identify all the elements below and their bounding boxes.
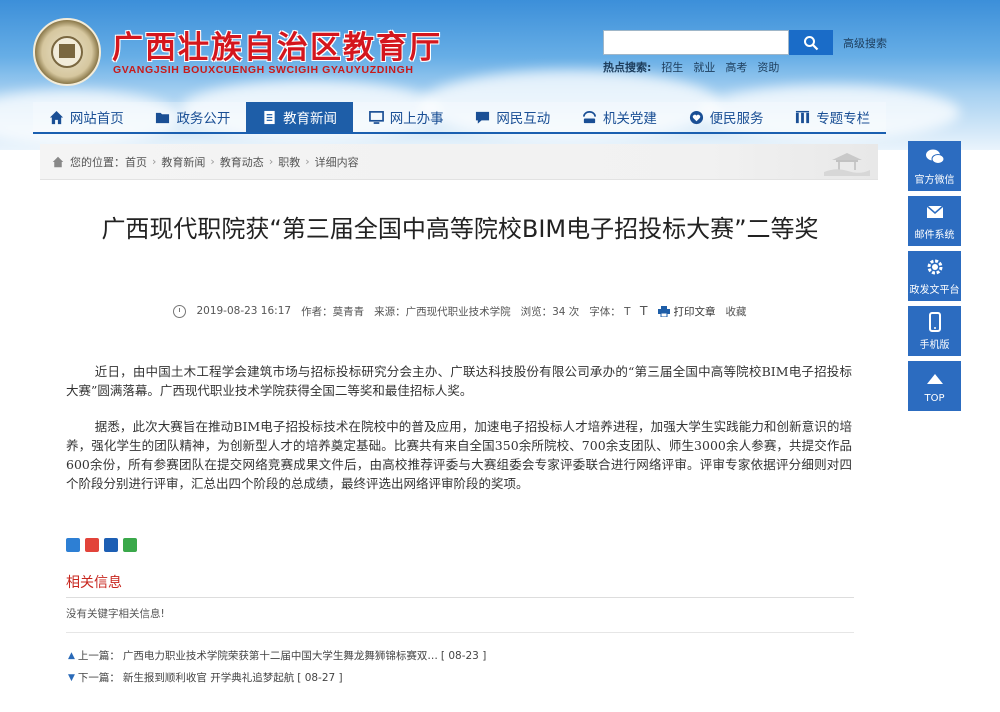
article-views: 浏览：34 次 xyxy=(520,305,580,318)
article-body: 近日，由中国土木工程学会建筑市场与招标投标研究分会主办、广联达科技股份有限公司承… xyxy=(66,362,852,510)
nav-item-label: 机关党建 xyxy=(602,111,657,127)
logo-building xyxy=(59,44,75,58)
prev-article: ▲ 上一篇： 广西电力职业技术学院荣获第十二届中国大学生舞龙舞狮锦标赛双… [ … xyxy=(68,648,486,663)
related-info-empty: 没有关键字相关信息! xyxy=(66,608,165,620)
wechat-icon xyxy=(925,149,944,164)
wechat-button[interactable]: 官方微信 xyxy=(908,141,961,191)
nav-item-label: 便民服务 xyxy=(709,111,764,127)
renren-share-icon[interactable] xyxy=(104,538,118,552)
search-input[interactable] xyxy=(603,30,789,55)
nav-item-home[interactable]: 网站首页 xyxy=(33,102,140,132)
nav-item-topics[interactable]: 专题专栏 xyxy=(779,102,886,132)
next-article-link[interactable]: 新生报到顺利收官 开学典礼追梦起航 xyxy=(123,670,294,685)
nav-item-party[interactable]: 机关党建 xyxy=(566,102,673,132)
search-icon xyxy=(804,35,819,50)
prev-article-link[interactable]: 广西电力职业技术学院荣获第十二届中国大学生舞龙舞狮锦标赛双… xyxy=(123,648,438,663)
nav-item-interaction[interactable]: 网民互动 xyxy=(460,102,567,132)
print-label: 打印文章 xyxy=(673,305,716,318)
nav-item-label: 专题专栏 xyxy=(816,111,871,127)
advanced-search-link[interactable]: 高级搜索 xyxy=(843,35,887,51)
hot-search: 热点搜索: 招生 就业 高考 资助 xyxy=(603,59,779,75)
font-size-small-button[interactable]: T xyxy=(624,306,630,318)
site-subtitle: GVANGJSIH BOUXCUENGH SWCIGIH GYAUYUZDING… xyxy=(113,64,414,76)
nav-item-label: 网站首页 xyxy=(69,111,124,127)
gear-icon xyxy=(927,259,942,274)
related-info-title: 相关信息 xyxy=(66,572,854,598)
breadcrumb: 您的位置： 首页 › 教育新闻 › 教育动态 › 职教 › 详细内容 xyxy=(40,144,878,180)
mobile-icon xyxy=(928,311,941,332)
breadcrumb-label: 您的位置： xyxy=(70,155,125,169)
favorite-button[interactable]: 收藏 xyxy=(726,304,747,319)
heart-icon xyxy=(689,110,703,124)
folder-icon xyxy=(156,112,170,123)
nav-item-government[interactable]: 政务公开 xyxy=(140,102,247,132)
floating-sidebar: 官方微信 邮件系统 政发文平台 手机版 TOP xyxy=(908,141,961,416)
mail-system-button[interactable]: 邮件系统 xyxy=(908,196,961,246)
article-date: 2019-08-23 16:17 xyxy=(196,305,292,317)
search-button[interactable] xyxy=(789,30,833,55)
mobile-version-button[interactable]: 手机版 xyxy=(908,306,961,356)
article-title: 广西现代职院获“第三届全国中高等院校BIM电子招投标大赛”二等奖 xyxy=(101,215,819,243)
home-icon xyxy=(52,156,64,167)
breadcrumb-item[interactable]: 教育动态 xyxy=(220,154,264,170)
article-author: 作者：莫青青 xyxy=(301,305,365,318)
nav-item-online-service[interactable]: 网上办事 xyxy=(353,102,460,132)
nav-item-label: 网民互动 xyxy=(496,111,551,127)
hot-search-link[interactable]: 高考 xyxy=(725,59,747,75)
breadcrumb-item[interactable]: 首页 xyxy=(125,154,147,170)
divider xyxy=(66,632,854,633)
clock-icon xyxy=(173,304,187,318)
float-label: 政发文平台 xyxy=(909,284,960,296)
next-label: 下一篇： xyxy=(77,672,120,684)
chat-icon xyxy=(476,111,490,124)
document-icon xyxy=(264,110,275,124)
pavilion-decoration xyxy=(824,153,870,176)
qzone-share-icon[interactable] xyxy=(66,538,80,552)
prev-date: [ 08-23 ] xyxy=(440,649,487,662)
document-platform-button[interactable]: 政发文平台 xyxy=(908,251,961,301)
hot-search-link[interactable]: 资助 xyxy=(757,59,779,75)
nav-item-label: 教育新闻 xyxy=(283,111,338,127)
breadcrumb-item-current: 详细内容 xyxy=(314,155,359,169)
hot-search-link[interactable]: 招生 xyxy=(661,59,683,75)
float-label: 官方微信 xyxy=(914,174,955,186)
nav-item-news[interactable]: 教育新闻 xyxy=(246,102,353,132)
article-source: 来源：广西现代职业技术学院 xyxy=(374,305,511,318)
triangle-up-icon: ▲ xyxy=(68,650,75,661)
breadcrumb-item[interactable]: 职教 xyxy=(278,154,300,170)
share-bar xyxy=(66,538,137,552)
article-paragraph: 近日，由中国土木工程学会建筑市场与招标投标研究分会主办、广联达科技股份有限公司承… xyxy=(66,364,852,398)
breadcrumb-item[interactable]: 教育新闻 xyxy=(161,154,205,170)
back-to-top-button[interactable]: TOP xyxy=(908,361,961,411)
next-article: ▼ 下一篇： 新生报到顺利收官 开学典礼追梦起航 [ 08-27 ] xyxy=(68,670,343,685)
emblem-logo[interactable] xyxy=(33,18,101,86)
bell-icon xyxy=(582,110,596,123)
article-paragraph: 据悉，此次大赛旨在推动BIM电子招投标技术在院校中的普及应用，加速电子招投标人才… xyxy=(66,419,852,491)
float-label: TOP xyxy=(924,392,945,404)
monitor-icon xyxy=(368,110,384,124)
main-nav: 网站首页 政务公开 教育新闻 网上办事 网民互动 机关党建 便民服务 专题专栏 xyxy=(33,102,886,134)
triangle-down-icon: ▼ xyxy=(68,672,75,683)
float-label: 邮件系统 xyxy=(914,229,955,241)
printer-icon xyxy=(657,305,670,317)
home-icon xyxy=(49,110,63,124)
nav-item-label: 政务公开 xyxy=(176,111,231,127)
hot-search-link[interactable]: 就业 xyxy=(693,59,715,75)
prev-label: 上一篇： xyxy=(77,650,120,662)
mail-icon xyxy=(926,204,943,218)
print-button[interactable]: 打印文章 xyxy=(657,304,716,319)
nav-item-label: 网上办事 xyxy=(389,111,444,127)
hot-search-label: 热点搜索: xyxy=(603,61,652,74)
font-size-label: 字体： xyxy=(589,306,621,318)
columns-icon xyxy=(796,110,810,123)
wechat-share-icon[interactable] xyxy=(123,538,137,552)
arrow-up-icon xyxy=(926,373,943,384)
site-title[interactable]: 广西壮族自治区教育厅 xyxy=(112,22,442,67)
weibo-share-icon[interactable] xyxy=(85,538,99,552)
nav-item-public-service[interactable]: 便民服务 xyxy=(673,102,780,132)
float-label: 手机版 xyxy=(919,339,950,351)
next-date: [ 08-27 ] xyxy=(297,671,343,684)
font-size-large-button[interactable]: T xyxy=(640,303,648,318)
article-meta: 2019-08-23 16:17 作者：莫青青 来源：广西现代职业技术学院 浏览… xyxy=(62,303,858,319)
